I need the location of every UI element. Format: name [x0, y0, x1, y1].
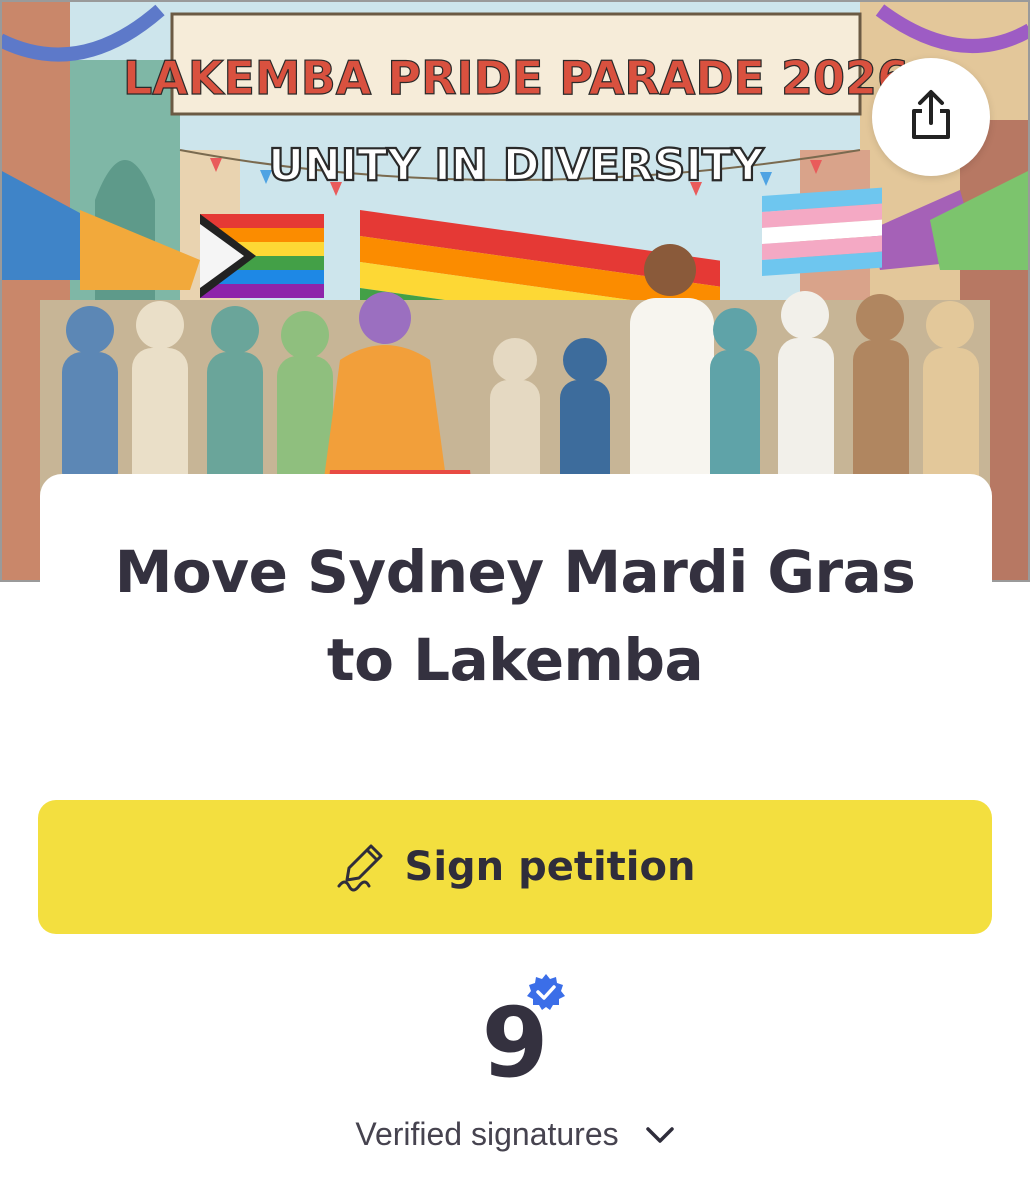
- petition-title-line2: to Lakemba: [326, 626, 704, 694]
- sign-petition-button[interactable]: Sign petition: [38, 800, 992, 934]
- pen-signature-icon: [335, 840, 391, 895]
- verified-signatures-label: Verified signatures: [355, 1116, 619, 1152]
- verified-check-icon: [526, 972, 566, 1012]
- share-button[interactable]: [872, 58, 990, 176]
- share-icon: [908, 89, 954, 146]
- verified-signatures-toggle[interactable]: Verified signatures: [0, 1116, 1030, 1153]
- signature-count: 9: [481, 987, 549, 1099]
- petition-title-line1: Move Sydney Mardi Gras: [114, 538, 916, 606]
- petition-title: Move Sydney Mardi Gras to Lakemba: [0, 528, 1030, 704]
- chevron-down-icon: [645, 1116, 675, 1153]
- banner-subtitle: UNITY IN DIVERSITY: [268, 140, 765, 191]
- banner-title: LAKEMBA PRIDE PARADE 2026: [123, 51, 909, 105]
- sign-petition-label: Sign petition: [404, 844, 696, 890]
